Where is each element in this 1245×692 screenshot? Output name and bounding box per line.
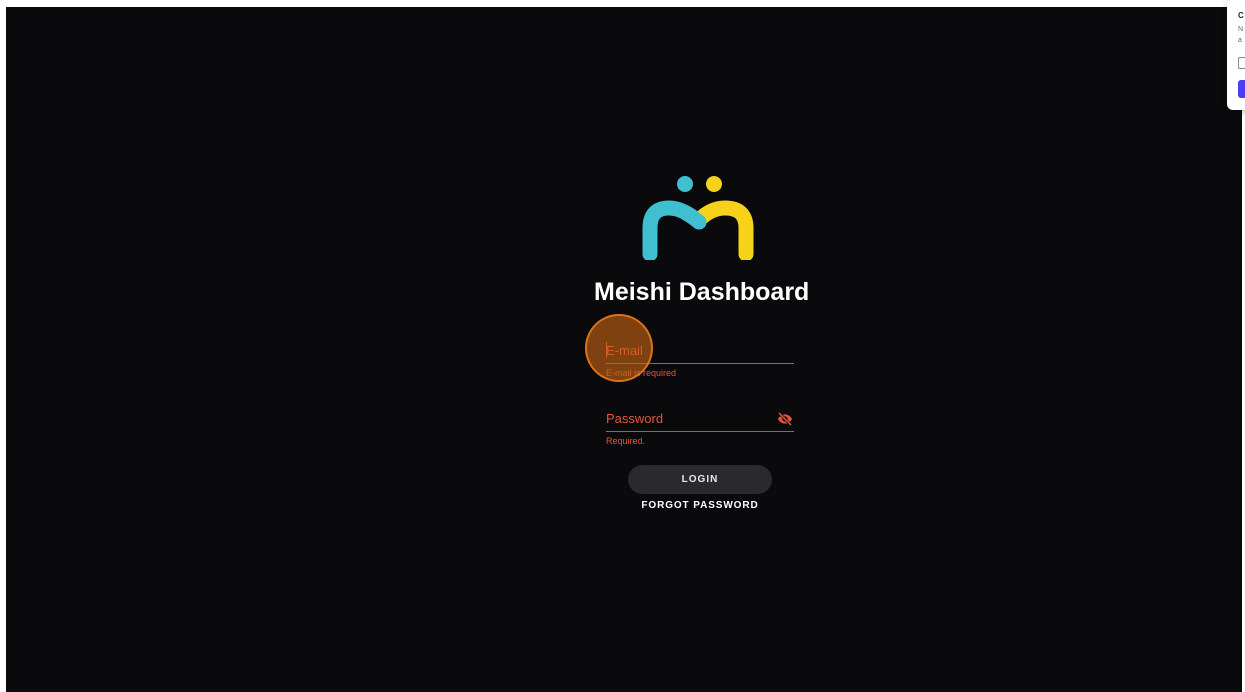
- eye-off-icon[interactable]: [777, 411, 793, 427]
- forgot-password-link[interactable]: FORGOT PASSWORD: [620, 500, 780, 511]
- email-input[interactable]: E-mail: [606, 338, 794, 364]
- popup-text-line: N: [1238, 26, 1244, 33]
- email-field[interactable]: E-mail E-mail is required: [606, 338, 794, 378]
- popup-title: C: [1238, 11, 1244, 20]
- email-error-message: E-mail is required: [606, 368, 677, 378]
- page-title: Meishi Dashboard: [594, 278, 810, 308]
- page-title-text: Meishi Dashboard: [594, 278, 810, 306]
- meishi-logo-icon: [642, 176, 754, 260]
- login-button[interactable]: LOGIN: [628, 465, 772, 494]
- email-label: E-mail: [606, 343, 643, 358]
- popup-text-line: a: [1238, 37, 1242, 44]
- popup-checkbox[interactable]: [1238, 57, 1245, 69]
- password-error-message: Required.: [606, 436, 646, 446]
- popup-button[interactable]: [1238, 80, 1245, 98]
- password-input[interactable]: Password: [606, 406, 794, 432]
- password-label: Password: [606, 411, 664, 426]
- corner-popup: C N a: [1227, 0, 1245, 110]
- password-field[interactable]: Password Required.: [606, 406, 794, 446]
